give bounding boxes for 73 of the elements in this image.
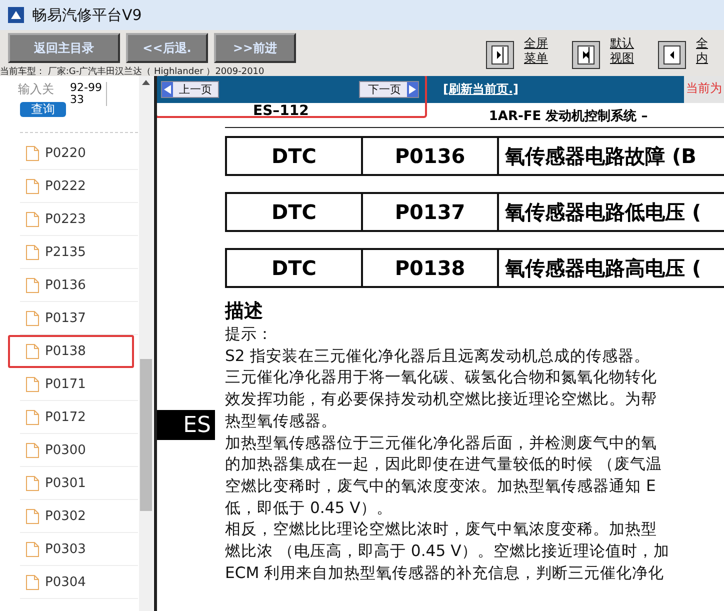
scroll-thumb[interactable] (140, 359, 152, 511)
document-icon (26, 178, 39, 194)
hint-label: 提示： (225, 324, 274, 345)
list-item[interactable]: P0137 (20, 302, 138, 335)
table-cell: P0137 (363, 194, 499, 230)
prev-page-button[interactable]: 上一页 (161, 81, 219, 98)
table-cell-text: 氧传感器电路高电压 ( (504, 254, 702, 282)
document-icon (26, 212, 39, 226)
right-arrow-icon (407, 82, 418, 97)
refresh-link[interactable]: [刷新当前页.] (443, 81, 519, 98)
text-line: 效发挥功能，有必要保持发动机空燃比接近理论空燃比。为帮 (225, 389, 658, 410)
next-page-button[interactable]: 下一页 (359, 81, 419, 98)
text-line: 燃比浓 （电压高，即高于 0.45 V）。空燃比接近理论值时，加 (225, 541, 670, 562)
text-line: 低，即低于 0.45 V）。 (225, 498, 394, 519)
list-item[interactable]: P0303 (20, 533, 138, 566)
list-item[interactable]: P0222 (20, 170, 138, 203)
document-icon (26, 344, 39, 359)
list-item[interactable]: P0172 (20, 401, 138, 434)
text-line: 热型氧传感器。 (225, 410, 338, 432)
table-cell: P0136 (363, 138, 499, 174)
document-icon (26, 278, 39, 292)
text-line: S2 指安装在三元催化净化器后且远离发动机总成的传感器。 (225, 346, 651, 367)
text-line: 空燃比变稀时，废气中的氧浓度变浓。加热型氧传感器通知 E (225, 476, 657, 497)
document-icon (26, 310, 39, 326)
document-icon (26, 442, 39, 458)
section-title: 1AR-FE 发动机控制系统 – (488, 109, 648, 125)
search-field[interactable]: 输入关 (18, 82, 58, 96)
document-icon (26, 574, 39, 590)
vehicle-info: 当前车型： 厂家:G-广汽丰田汉兰达（ Highlander ）2009-2010 (0, 67, 264, 77)
document-icon (26, 542, 39, 556)
layout-icon[interactable] (486, 41, 514, 69)
section-heading: 描述 (225, 299, 264, 324)
list-item[interactable]: P0220 (20, 137, 138, 170)
list-item[interactable]: P0304 (20, 566, 138, 599)
text-line: 相反，空燃比比理论空燃比浓时，废气中氧浓度变稀。加热型 (225, 519, 658, 540)
layout-icon[interactable] (572, 41, 600, 69)
current-label: 当前为 (684, 76, 724, 103)
list-item[interactable]: P0223 (20, 203, 138, 236)
view-link[interactable]: 默认 视图 (610, 36, 638, 66)
app-icon (8, 7, 24, 23)
scroll-up-icon[interactable] (142, 80, 150, 85)
text-line: 三元催化净化器用于将一氧化碳、碳氢化合物和氮氧化物转化 (225, 367, 658, 388)
list-item[interactable]: P0136 (20, 269, 138, 302)
document-icon (26, 244, 39, 260)
search-value: 92-9933 (70, 82, 107, 106)
document-icon (26, 376, 39, 392)
table-cell: DTC (227, 138, 363, 174)
page-number: ES–112 (253, 103, 309, 119)
document-icon (26, 410, 39, 424)
layout-icon[interactable] (658, 41, 686, 69)
view-link[interactable]: 全屏 菜单 (524, 36, 552, 66)
table-cell: DTC (227, 194, 363, 230)
list-item[interactable]: P0301 (20, 467, 138, 500)
view-link[interactable]: 全 内 (696, 36, 724, 66)
document-icon (26, 508, 39, 524)
document-icon (26, 146, 39, 160)
list-item[interactable]: P0138 (8, 335, 134, 368)
text-line: 加热型氧传感器位于三元催化净化器后面，并检测废气中的氧 (225, 432, 658, 454)
list-item[interactable]: P2135 (20, 236, 138, 269)
text-line: 的加热器集成在一起，因此即使在进气量较低的时候 （废气温 (225, 454, 663, 476)
list-item[interactable]: P0302 (20, 500, 138, 533)
window-title: 畅易汽修平台V9 (32, 6, 142, 24)
document-icon (26, 476, 39, 490)
text-line: ECM 利用来自加热型氧传感器的补充信息，判断三元催化净化 (225, 562, 666, 584)
table-cell: P0138 (363, 250, 499, 286)
search-button[interactable]: 查询 (20, 102, 66, 117)
table-cell-text: 氧传感器电路低电压 ( (504, 198, 702, 226)
table-cell: DTC (227, 250, 363, 286)
left-arrow-icon (162, 82, 173, 97)
list-item[interactable]: P0171 (20, 368, 138, 401)
table-cell-text: 氧传感器电路故障 (B (504, 142, 698, 170)
list-item[interactable]: P0300 (20, 434, 138, 467)
scrollbar[interactable] (139, 76, 153, 611)
